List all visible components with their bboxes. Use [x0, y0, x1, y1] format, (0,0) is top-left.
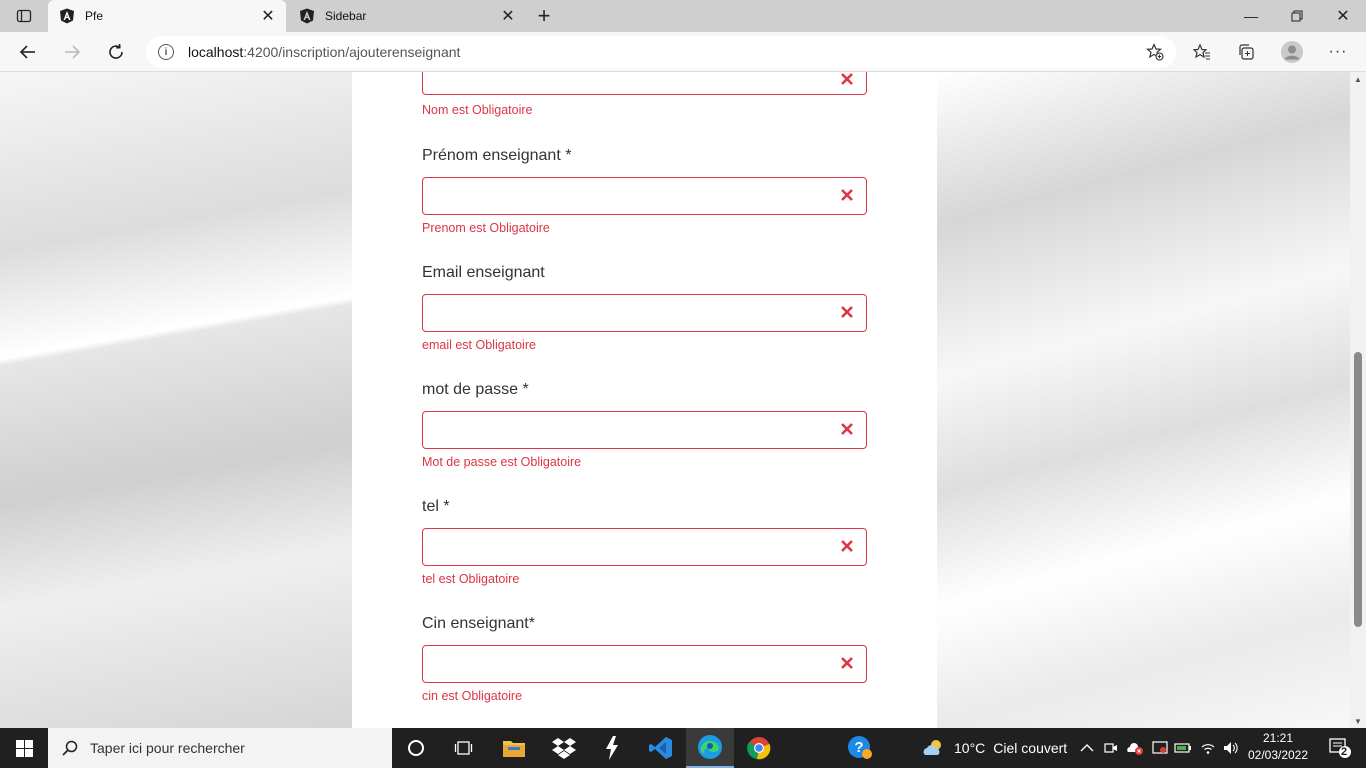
tab-actions-icon[interactable] [8, 4, 40, 28]
prenom-field: Prénom enseignant * Prenom est Obligatoi… [422, 147, 867, 235]
taskbar-search[interactable]: Taper ici pour rechercher [48, 728, 392, 768]
new-tab-icon[interactable]: + [532, 3, 556, 28]
clock-time: 21:21 [1262, 731, 1294, 745]
prenom-error: Prenom est Obligatoire [422, 221, 550, 235]
scroll-down-arrow-icon[interactable]: ▼ [1350, 714, 1366, 728]
cin-error: cin est Obligatoire [422, 689, 523, 703]
site-info-icon[interactable]: i [158, 44, 174, 60]
collections-icon[interactable] [1230, 36, 1262, 68]
onedrive-error-icon[interactable] [1124, 728, 1146, 768]
vscode-icon[interactable] [637, 728, 685, 768]
cin-field: Cin enseignant* cin est Obligatoire [422, 615, 867, 703]
battery-icon[interactable] [1172, 728, 1194, 768]
close-tab-icon[interactable]: ✕ [498, 6, 518, 26]
windows-taskbar: Taper ici pour rechercher ? 10°C Ciel co… [0, 728, 1366, 768]
security-icon[interactable] [1149, 728, 1171, 768]
add-favorite-icon[interactable] [1145, 43, 1164, 66]
refresh-icon[interactable] [100, 36, 132, 68]
close-tab-icon[interactable]: ✕ [258, 6, 278, 26]
tel-field: tel * tel est Obligatoire [422, 498, 867, 586]
password-label: mot de passe * [422, 381, 529, 398]
tel-error: tel est Obligatoire [422, 572, 520, 586]
cin-input[interactable] [422, 645, 867, 683]
title-bar: Pfe ✕ Sidebar ✕ + — ✕ [0, 0, 1366, 32]
show-hidden-icons-icon[interactable] [1077, 728, 1097, 768]
page-viewport: Nom est Obligatoire Prénom enseignant * … [0, 72, 1350, 728]
close-window-icon[interactable]: ✕ [1320, 0, 1366, 32]
notification-count: 2 [1341, 746, 1348, 758]
search-placeholder: Taper ici pour rechercher [90, 740, 245, 756]
more-menu-icon[interactable]: ··· [1322, 36, 1354, 68]
dropbox-icon[interactable] [540, 728, 588, 768]
prenom-input[interactable] [422, 177, 867, 215]
clear-icon [841, 423, 853, 435]
url-path: :4200/inscription/ajouterenseignant [243, 44, 461, 60]
wifi-icon[interactable] [1197, 728, 1219, 768]
notifications-icon[interactable]: 2 [1322, 728, 1358, 768]
cin-label: Cin enseignant* [422, 615, 535, 632]
meet-now-icon[interactable] [1101, 728, 1121, 768]
angular-icon [299, 8, 315, 24]
clear-icon [841, 189, 853, 201]
tel-input[interactable] [422, 528, 867, 566]
edge-icon[interactable] [686, 728, 734, 768]
clear-icon [841, 657, 853, 669]
task-view-icon[interactable] [440, 728, 488, 768]
angular-icon [59, 8, 75, 24]
form-panel: Nom est Obligatoire Prénom enseignant * … [352, 72, 937, 728]
volume-icon[interactable] [1220, 728, 1242, 768]
forward-icon[interactable] [56, 36, 88, 68]
windows-start-icon[interactable] [0, 728, 48, 768]
url-host: localhost [188, 44, 244, 60]
nom-error: Nom est Obligatoire [422, 103, 533, 117]
background-left [0, 72, 352, 728]
clock[interactable]: 21:21 02/03/2022 [1242, 730, 1314, 764]
scroll-up-arrow-icon[interactable]: ▲ [1350, 72, 1366, 86]
chrome-icon[interactable] [735, 728, 783, 768]
email-field: Email enseignant email est Obligatoire [422, 264, 867, 352]
search-icon [62, 740, 78, 756]
restore-icon[interactable] [1274, 0, 1320, 32]
minimize-icon[interactable]: — [1228, 0, 1274, 32]
email-error: email est Obligatoire [422, 338, 536, 352]
help-icon[interactable]: ? [836, 728, 884, 768]
clear-icon [841, 306, 853, 318]
file-explorer-icon[interactable] [490, 728, 538, 768]
weather-desc: Ciel couvert [993, 740, 1068, 756]
scroll-thumb[interactable] [1354, 352, 1362, 627]
tab-pfe[interactable]: Pfe ✕ [48, 0, 286, 32]
email-label: Email enseignant [422, 264, 545, 281]
password-field: mot de passe * Mot de passe est Obligato… [422, 381, 867, 469]
prenom-label: Prénom enseignant * [422, 147, 572, 164]
clear-icon [841, 73, 853, 85]
weather-widget[interactable]: 10°C Ciel couvert [922, 728, 1067, 768]
cloudy-weather-icon [923, 740, 941, 755]
password-input[interactable] [422, 411, 867, 449]
address-bar[interactable]: i localhost:4200/inscription/ajouterense… [146, 36, 1176, 68]
tab-title: Sidebar [325, 9, 367, 23]
page-scrollbar[interactable]: ▲ ▼ [1350, 72, 1366, 728]
back-icon[interactable] [12, 36, 44, 68]
tel-label: tel * [422, 498, 450, 515]
weather-temp: 10°C [954, 740, 986, 756]
nom-input[interactable] [422, 72, 867, 95]
url-text: localhost:4200/inscription/ajouterenseig… [188, 44, 460, 60]
background-right [937, 72, 1350, 728]
clock-date: 02/03/2022 [1247, 748, 1309, 762]
browser-toolbar: i localhost:4200/inscription/ajouterense… [0, 32, 1366, 72]
tab-title: Pfe [85, 9, 104, 23]
password-error: Mot de passe est Obligatoire [422, 455, 582, 469]
lightning-app-icon[interactable] [588, 728, 636, 768]
favorites-icon[interactable] [1186, 36, 1218, 68]
cortana-icon[interactable] [392, 728, 440, 768]
clear-icon [841, 540, 853, 552]
profile-avatar-icon[interactable] [1276, 36, 1308, 68]
email-input[interactable] [422, 294, 867, 332]
tab-sidebar[interactable]: Sidebar ✕ [288, 0, 526, 32]
